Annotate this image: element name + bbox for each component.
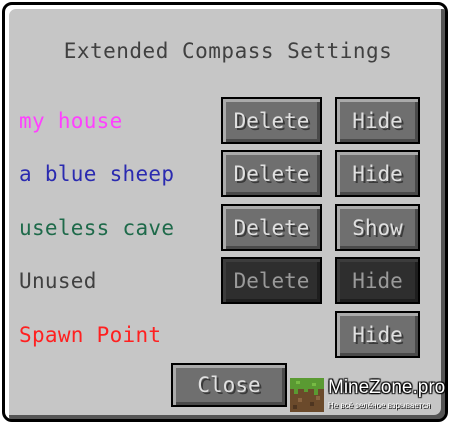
page-title: Extended Compass Settings xyxy=(63,39,393,63)
grass-block-icon xyxy=(290,378,324,412)
watermark-tagline: Не всё зелёное взрывается xyxy=(328,401,431,410)
waypoint-label-spawn-point: Spawn Point xyxy=(19,323,162,347)
waypoint-label-unused: Unused xyxy=(19,269,97,293)
waypoint-label-my-house: my house xyxy=(19,109,123,133)
settings-panel: Extended Compass Settings my house Delet… xyxy=(2,2,448,422)
watermark-name: MineZone.pro xyxy=(328,377,446,398)
hide-button-spawn-point[interactable]: Hide xyxy=(335,311,420,358)
hide-button-a-blue-sheep[interactable]: Hide xyxy=(335,150,420,197)
watermark: MineZone.pro Не всё зелёное взрывается xyxy=(288,374,448,418)
waypoint-label-useless-cave: useless cave xyxy=(19,216,175,240)
show-button-useless-cave[interactable]: Show xyxy=(335,204,420,251)
close-button[interactable]: Close xyxy=(171,363,287,407)
hide-button-my-house[interactable]: Hide xyxy=(335,97,420,144)
delete-button-my-house[interactable]: Delete xyxy=(221,97,322,144)
hide-button-unused: Hide xyxy=(335,257,420,304)
delete-button-unused: Delete xyxy=(221,257,322,304)
waypoint-label-a-blue-sheep: a blue sheep xyxy=(19,162,175,186)
delete-button-useless-cave[interactable]: Delete xyxy=(221,204,322,251)
delete-button-a-blue-sheep[interactable]: Delete xyxy=(221,150,322,197)
